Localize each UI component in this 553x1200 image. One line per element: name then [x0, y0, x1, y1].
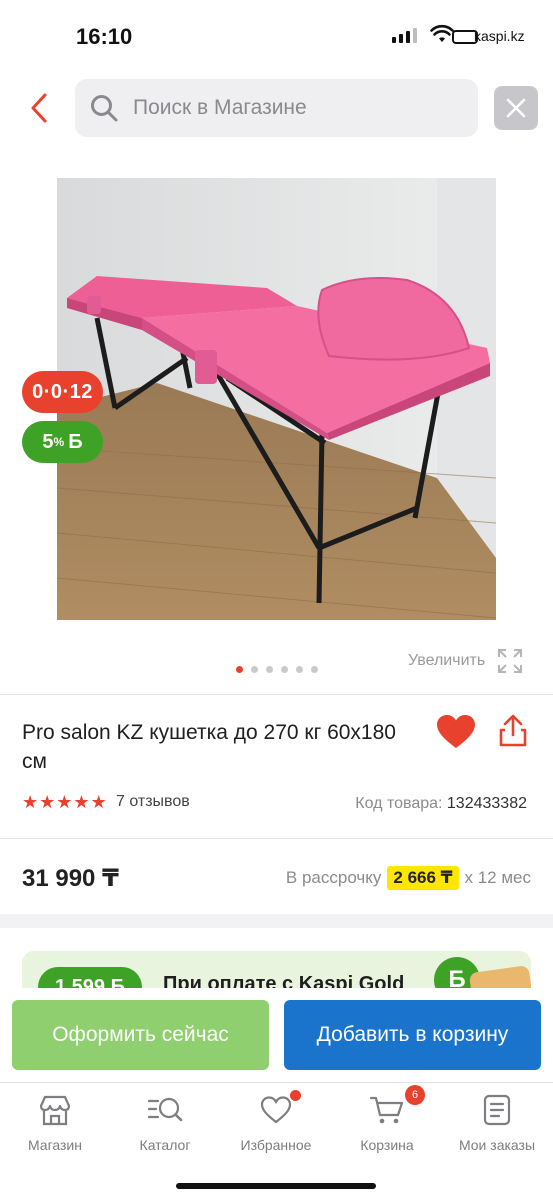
heart-outline-icon [260, 1096, 292, 1124]
bonus-percent: 5 [42, 430, 54, 453]
section-separator [0, 914, 553, 928]
installment-label: В рассрочку [285, 868, 382, 887]
nav-item-orders[interactable]: Мои заказы [447, 1093, 547, 1153]
product-title: Pro salon KZ кушетка до 270 кг 60x180 см [22, 721, 396, 773]
status-time: 16:10 [76, 24, 133, 49]
sku-value: 132433382 [446, 795, 527, 812]
expand-icon [498, 649, 523, 673]
signal-icon [392, 28, 417, 43]
nav-item-catalog[interactable]: Каталог [115, 1093, 215, 1153]
nav-label: Каталог [139, 1137, 191, 1153]
nav-label: Магазин [27, 1137, 82, 1153]
star-icon: ★ [73, 792, 90, 812]
installment-amount: 2 666 ₸ [387, 866, 459, 890]
gallery-dot[interactable] [296, 666, 303, 673]
chevron-left-icon [31, 93, 47, 123]
orders-icon [483, 1094, 511, 1126]
bonus-percent-sign: % [53, 435, 65, 449]
rating-stars: ★ ★ ★ ★ ★ [22, 792, 107, 812]
share-icon [499, 714, 527, 747]
close-search-button[interactable] [494, 86, 538, 130]
nav-label: Мои заказы [458, 1137, 536, 1153]
sku-label: Код товара: [355, 795, 443, 812]
zoom-button[interactable]: Увеличить [408, 648, 523, 674]
gallery-pagination [236, 666, 318, 673]
product-image[interactable] [57, 178, 496, 620]
gallery-dot[interactable] [251, 666, 258, 673]
add-to-cart-button[interactable]: Добавить в корзину [284, 1000, 541, 1070]
kaspi-badge: kaspi.kz [474, 28, 525, 44]
divider [0, 838, 553, 839]
bonus-badge: 5% Б [22, 421, 103, 463]
nav-item-favorites[interactable]: Избранное [226, 1090, 326, 1153]
zoom-label: Увеличить [408, 652, 486, 669]
nav-item-cart[interactable]: 6 Корзина [337, 1085, 437, 1153]
gallery-dot[interactable] [281, 666, 288, 673]
wifi-icon [430, 24, 454, 42]
star-icon: ★ [90, 792, 107, 812]
cart-count-badge: 6 [405, 1085, 425, 1105]
gallery-dot[interactable] [311, 666, 318, 673]
search-placeholder: Поиск в Магазине [133, 96, 307, 119]
star-icon: ★ [22, 792, 39, 812]
back-button[interactable] [24, 88, 54, 128]
close-icon [506, 98, 526, 118]
gallery-dot[interactable] [266, 666, 273, 673]
installment-term: х 12 мес [464, 868, 532, 887]
heart-filled-icon [437, 715, 475, 748]
star-icon: ★ [39, 792, 56, 812]
reviews-link[interactable]: 7 отзывов [116, 793, 190, 811]
divider [0, 694, 553, 695]
home-indicator [176, 1183, 376, 1189]
catalog-search-icon [147, 1097, 183, 1122]
nav-label: Корзина [360, 1137, 414, 1153]
nav-item-store[interactable]: Магазин [5, 1093, 105, 1153]
product-page: 16:10 kaspi.kz Поиск в Магазине 0·0·12 5… [0, 0, 553, 1200]
nav-label: Избранное [240, 1137, 312, 1153]
product-price: 31 990 ₸ [22, 865, 119, 892]
star-icon: ★ [56, 792, 73, 812]
buy-now-button[interactable]: Оформить сейчас [12, 1000, 269, 1070]
installment-badge: 0·0·12 [22, 371, 103, 413]
favorites-notification-dot [290, 1090, 301, 1101]
search-icon [91, 95, 118, 122]
gallery-dot[interactable] [236, 666, 243, 673]
bonus-symbol: Б [68, 430, 83, 453]
status-bar: 16:10 kaspi.kz [0, 0, 553, 70]
store-icon [39, 1095, 71, 1126]
cart-icon [369, 1096, 404, 1124]
product-sku: Код товара: 132433382 [355, 795, 527, 813]
favorite-button[interactable] [436, 714, 476, 755]
search-input[interactable]: Поиск в Магазине [75, 79, 478, 137]
share-button[interactable] [497, 714, 529, 753]
installment-info: В рассрочку 2 666 ₸ х 12 мес [286, 866, 531, 890]
massage-table-illustration [57, 178, 496, 620]
